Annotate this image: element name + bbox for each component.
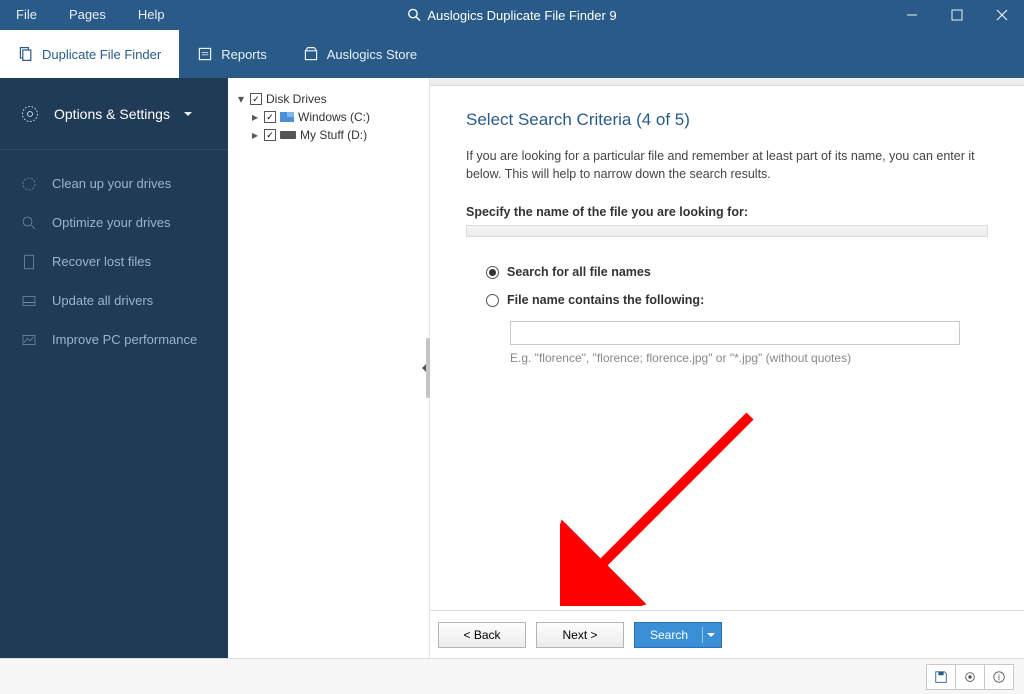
next-button[interactable]: Next > [536,622,624,648]
wizard-footer: < Back Next > Search [430,610,1024,658]
sidebar: Options & Settings Clean up your drives … [0,78,228,658]
store-icon [303,46,319,62]
minimize-button[interactable] [889,0,934,30]
checkbox[interactable]: ✓ [264,129,276,141]
titlebar: File Pages Help Auslogics Duplicate File… [0,0,1024,30]
checkbox[interactable]: ✓ [250,93,262,105]
content-area: Options & Settings Clean up your drives … [0,78,1024,658]
wizard-heading: Select Search Criteria (4 of 5) [466,110,988,130]
radio-button-icon[interactable] [486,266,499,279]
tree-root-row[interactable]: ▾ ✓ Disk Drives [232,90,425,108]
filename-hint: E.g. "florence", "florence; florence.jpg… [510,351,988,365]
expand-arrow-icon[interactable]: ▸ [250,128,260,142]
options-label: Options & Settings [54,106,170,122]
menu-file[interactable]: File [0,0,53,30]
hdd-drive-icon [280,131,296,139]
statusbar: i [0,658,1024,694]
wizard-panel: Select Search Criteria (4 of 5) If you a… [430,78,1024,658]
section-divider [466,225,988,237]
menu-pages[interactable]: Pages [53,0,122,30]
drive-tree-panel: ▾ ✓ Disk Drives ▸ ✓ Windows (C:) ▸ ✓ My … [228,78,430,658]
reports-icon [197,46,213,62]
filename-input[interactable] [510,321,960,345]
annotation-arrow-icon [560,406,760,606]
checkbox[interactable]: ✓ [264,111,276,123]
search-button[interactable]: Search [634,622,722,648]
sidebar-item-label: Update all drivers [52,293,153,308]
dropdown-caret-icon [184,112,192,120]
radio-label: Search for all file names [507,265,651,279]
sidebar-item-cleanup[interactable]: Clean up your drives [0,164,228,203]
sidebar-item-improve[interactable]: Improve PC performance [0,320,228,359]
sidebar-item-label: Recover lost files [52,254,151,269]
radio-label: File name contains the following: [507,293,704,307]
expand-arrow-icon[interactable]: ▸ [250,110,260,124]
tree-root-label: Disk Drives [266,92,327,106]
sidebar-item-drivers[interactable]: Update all drivers [0,281,228,320]
recover-icon [20,253,38,271]
tree-drive-label: Windows (C:) [298,110,370,124]
gear-icon [963,670,977,684]
app-title: Auslogics Duplicate File Finder 9 [427,8,616,23]
tree-drive-row[interactable]: ▸ ✓ Windows (C:) [232,108,425,126]
radio-search-all[interactable]: Search for all file names [486,265,988,279]
help-icon-button[interactable]: i [984,664,1014,690]
section-label: Specify the name of the file you are loo… [466,205,988,219]
wizard-header-strip [430,78,1024,86]
sidebar-item-recover[interactable]: Recover lost files [0,242,228,281]
cleanup-icon [20,175,38,193]
tab-store[interactable]: Auslogics Store [285,30,435,78]
titlebar-title-area: Auslogics Duplicate File Finder 9 [407,8,616,23]
tab-label: Auslogics Store [327,47,417,62]
info-icon: i [992,670,1006,684]
radio-button-icon[interactable] [486,294,499,307]
radio-filename-contains[interactable]: File name contains the following: [486,293,988,307]
menu-help[interactable]: Help [122,0,181,30]
tab-label: Duplicate File Finder [42,47,161,62]
wizard-description: If you are looking for a particular file… [466,148,988,183]
settings-icon-button[interactable] [955,664,985,690]
options-settings-button[interactable]: Options & Settings [0,78,228,150]
maximize-button[interactable] [934,0,979,30]
improve-icon [20,331,38,349]
document-copy-icon [18,46,34,62]
collapse-arrow-icon[interactable]: ▾ [236,92,246,106]
tab-label: Reports [221,47,267,62]
sidebar-item-label: Improve PC performance [52,332,197,347]
sidebar-item-label: Clean up your drives [52,176,171,191]
close-button[interactable] [979,0,1024,30]
tree-drive-row[interactable]: ▸ ✓ My Stuff (D:) [232,126,425,144]
save-icon [934,670,948,684]
windows-drive-icon [280,112,294,122]
sidebar-item-optimize[interactable]: Optimize your drives [0,203,228,242]
svg-text:i: i [998,672,1000,682]
app-logo-icon [407,8,421,22]
tab-reports[interactable]: Reports [179,30,285,78]
drivers-icon [20,292,38,310]
settings-gear-icon [20,104,40,124]
optimize-icon [20,214,38,232]
back-button[interactable]: < Back [438,622,526,648]
search-button-label: Search [650,628,688,642]
tab-duplicate-file-finder[interactable]: Duplicate File Finder [0,30,179,78]
save-icon-button[interactable] [926,664,956,690]
tree-drive-label: My Stuff (D:) [300,128,367,142]
tabbar: Duplicate File Finder Reports Auslogics … [0,30,1024,78]
sidebar-item-label: Optimize your drives [52,215,170,230]
